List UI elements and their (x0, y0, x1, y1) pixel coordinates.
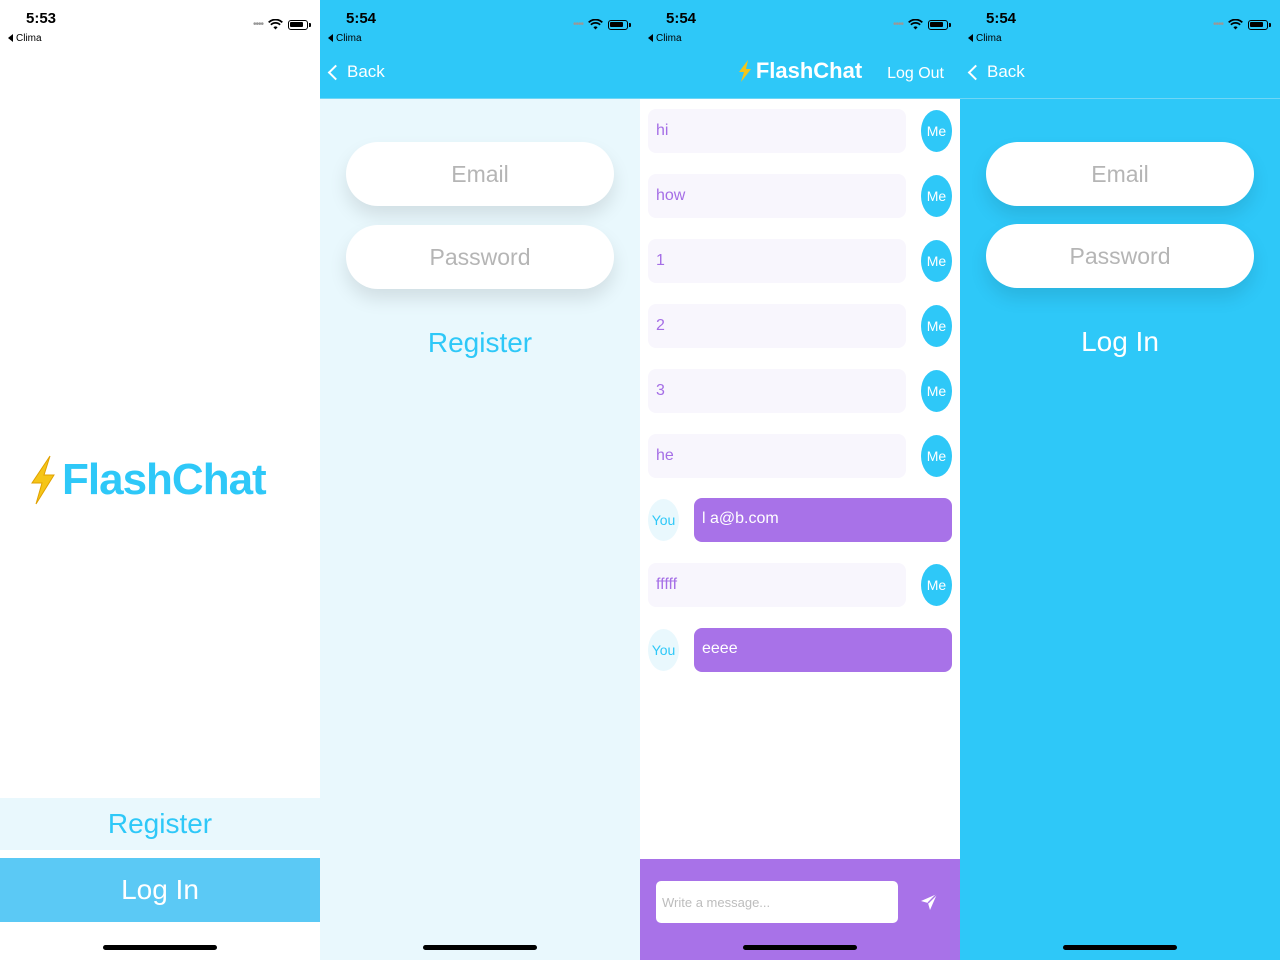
message-bubble-me: fffff (648, 563, 906, 607)
lightning-bolt-icon (31, 455, 55, 505)
back-button[interactable]: Back (327, 62, 385, 82)
sender-avatar-me: Me (921, 564, 952, 606)
register-screen: 5:54 Clima •••• Back Register (320, 0, 640, 960)
status-time: 5:54 (986, 10, 1017, 27)
sender-avatar-me: Me (921, 175, 952, 217)
wifi-icon (1228, 19, 1243, 30)
password-field[interactable] (986, 224, 1254, 288)
status-back-app-label: Clima (336, 33, 362, 44)
message-row: You eeee (640, 628, 960, 672)
battery-icon (1248, 19, 1271, 30)
status-icons: •••• (252, 19, 311, 30)
lightning-bolt-icon (738, 60, 751, 82)
message-bubble-me: 2 (648, 304, 906, 348)
wifi-icon (588, 19, 603, 30)
message-bubble-you: eeee (694, 628, 952, 672)
status-back-app-label: Clima (656, 33, 682, 44)
home-indicator[interactable] (423, 945, 537, 950)
login-button[interactable]: Log In (0, 858, 320, 922)
status-time: 5:54 (666, 10, 697, 27)
register-button[interactable]: Register (0, 798, 320, 850)
sender-avatar-me: Me (921, 435, 952, 477)
navigation-bar: 5:54 Clima •••• Back (960, 0, 1280, 99)
back-chevron-icon (967, 64, 984, 80)
send-icon[interactable] (918, 891, 940, 913)
message-row: fffff Me (640, 563, 960, 607)
status-icons: •••• (892, 19, 951, 30)
status-icons: •••• (1212, 19, 1271, 30)
battery-icon (288, 19, 311, 30)
message-row: 1 Me (640, 239, 960, 283)
email-field[interactable] (986, 142, 1254, 206)
status-back-to-app[interactable]: Clima (968, 33, 1002, 44)
logout-button[interactable]: Log Out (887, 65, 944, 83)
message-row: hi Me (640, 109, 960, 153)
back-triangle-icon (8, 34, 13, 42)
status-back-to-app[interactable]: Clima (328, 33, 362, 44)
logo-text: FlashChat (62, 455, 267, 504)
signal-dots-icon: •••• (252, 19, 264, 30)
navigation-bar: 5:54 Clima •••• FlashChat Log Out (640, 0, 960, 99)
navigation-bar: 5:54 Clima •••• Back (320, 0, 640, 99)
back-triangle-icon (648, 34, 653, 42)
back-label: Back (347, 62, 385, 81)
message-bubble-me: he (648, 434, 906, 478)
home-indicator[interactable] (1063, 945, 1177, 950)
login-button[interactable]: Log In (960, 326, 1280, 358)
sender-avatar-me: Me (921, 370, 952, 412)
welcome-screen: 5:53 Clima •••• FlashChat Register Log I… (0, 0, 320, 960)
sender-avatar-you: You (648, 499, 679, 541)
message-bubble-me: hi (648, 109, 906, 153)
status-back-to-app[interactable]: Clima (8, 33, 42, 44)
message-input[interactable] (656, 881, 898, 923)
status-back-app-label: Clima (976, 33, 1002, 44)
email-field[interactable] (346, 142, 614, 206)
signal-dots-icon: •••• (1212, 19, 1224, 30)
message-row: 2 Me (640, 304, 960, 348)
status-icons: •••• (572, 19, 631, 30)
back-button[interactable]: Back (967, 62, 1025, 82)
password-field[interactable] (346, 225, 614, 289)
signal-dots-icon: •••• (892, 19, 904, 30)
signal-dots-icon: •••• (572, 19, 584, 30)
wifi-icon (908, 19, 923, 30)
sender-avatar-me: Me (921, 110, 952, 152)
login-screen: 5:54 Clima •••• Back Log In (960, 0, 1280, 960)
register-button[interactable]: Register (320, 327, 640, 359)
status-time: 5:54 (346, 10, 377, 27)
back-triangle-icon (968, 34, 973, 42)
message-row: he Me (640, 434, 960, 478)
chat-screen: 5:54 Clima •••• FlashChat Log Out hi Me … (640, 0, 960, 960)
status-bar: 5:53 Clima •••• (0, 0, 320, 50)
back-chevron-icon (327, 64, 344, 80)
wifi-icon (268, 19, 283, 30)
message-row: how Me (640, 174, 960, 218)
sender-avatar-you: You (648, 629, 679, 671)
flashchat-logo: FlashChat (28, 455, 267, 505)
battery-icon (928, 19, 951, 30)
status-back-to-app[interactable]: Clima (648, 33, 682, 44)
sender-avatar-me: Me (921, 305, 952, 347)
home-indicator[interactable] (103, 945, 217, 950)
message-row: You l a@b.com (640, 498, 960, 542)
back-label: Back (987, 62, 1025, 81)
back-triangle-icon (328, 34, 333, 42)
status-time: 5:53 (26, 10, 57, 27)
battery-icon (608, 19, 631, 30)
sender-avatar-me: Me (921, 240, 952, 282)
home-indicator[interactable] (743, 945, 857, 950)
message-bubble-me: 3 (648, 369, 906, 413)
message-row: 3 Me (640, 369, 960, 413)
message-bubble-you: l a@b.com (694, 498, 952, 542)
status-bar: 5:54 Clima •••• (640, 0, 960, 50)
nav-title-text: FlashChat (755, 58, 863, 83)
status-bar: 5:54 Clima •••• (960, 0, 1280, 50)
message-bubble-me: how (648, 174, 906, 218)
message-bubble-me: 1 (648, 239, 906, 283)
status-bar: 5:54 Clima •••• (320, 0, 640, 50)
status-back-app-label: Clima (16, 33, 42, 44)
